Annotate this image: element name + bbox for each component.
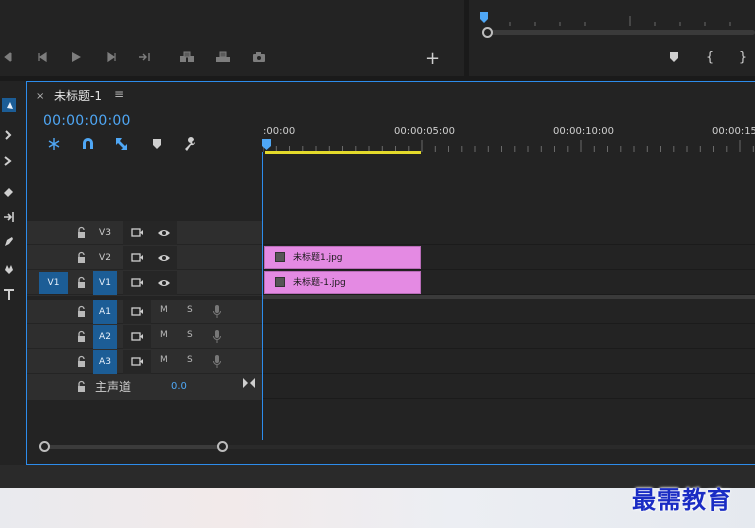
mute-button[interactable]: M bbox=[160, 305, 168, 315]
track-header-a3: A3 M S bbox=[27, 350, 262, 374]
razor-tool-icon[interactable] bbox=[2, 185, 16, 199]
track-name-v2[interactable]: V2 bbox=[93, 246, 117, 270]
go-to-end-icon[interactable] bbox=[243, 378, 255, 388]
clip-label: 未标题-1.jpg bbox=[293, 278, 346, 288]
microphone-icon[interactable] bbox=[213, 355, 221, 368]
overwrite-icon[interactable] bbox=[214, 49, 232, 65]
eye-icon[interactable] bbox=[157, 228, 171, 238]
ruler-label: 00:00:05:00 bbox=[394, 126, 456, 137]
sync-lock-icon[interactable] bbox=[131, 306, 143, 317]
clip-label: 未标题1.jpg bbox=[293, 253, 343, 263]
mute-button[interactable]: M bbox=[160, 355, 168, 365]
slip-tool-icon[interactable] bbox=[2, 209, 16, 223]
tools-panel bbox=[0, 81, 22, 467]
ripple-edit-tool-icon[interactable] bbox=[2, 153, 16, 167]
step-forward-icon[interactable] bbox=[103, 49, 121, 65]
track-name-v1[interactable]: V1 bbox=[93, 271, 117, 295]
insert-icon[interactable] bbox=[178, 49, 196, 65]
solo-button[interactable]: S bbox=[187, 355, 193, 365]
lock-icon[interactable] bbox=[76, 305, 87, 318]
sync-lock-icon[interactable] bbox=[131, 252, 143, 263]
video-audio-divider[interactable] bbox=[263, 295, 755, 299]
timeline-zoom-scrollbar[interactable] bbox=[45, 445, 223, 449]
step-back-icon[interactable] bbox=[33, 49, 51, 65]
lock-icon[interactable] bbox=[76, 276, 87, 289]
sync-lock-icon[interactable] bbox=[131, 356, 143, 367]
mark-out-icon[interactable]: } bbox=[734, 49, 752, 65]
hand-tool-icon[interactable] bbox=[2, 261, 16, 275]
source-ruler[interactable] bbox=[480, 12, 755, 26]
track-lane-master[interactable] bbox=[263, 375, 755, 399]
scroll-handle-left[interactable] bbox=[39, 441, 50, 452]
track-name-a1[interactable]: A1 bbox=[93, 300, 117, 324]
wrench-icon[interactable] bbox=[182, 136, 200, 152]
clip-v2[interactable]: 未标题1.jpg bbox=[264, 246, 421, 269]
close-tab-button[interactable]: × bbox=[36, 91, 44, 102]
track-header-v1: V1 bbox=[27, 271, 262, 295]
panel-menu-icon[interactable]: ≡ bbox=[114, 87, 124, 101]
mute-button[interactable]: M bbox=[160, 330, 168, 340]
scroll-handle-right[interactable] bbox=[217, 441, 228, 452]
track-header-v3: V3 bbox=[27, 221, 262, 245]
selection-tool-icon[interactable] bbox=[2, 98, 16, 112]
sync-lock-icon[interactable] bbox=[131, 277, 143, 288]
source-scroll-handle[interactable] bbox=[482, 27, 493, 38]
add-button[interactable]: + bbox=[425, 48, 440, 69]
playhead[interactable] bbox=[262, 139, 271, 151]
eye-icon[interactable] bbox=[157, 253, 171, 263]
snap-icon[interactable] bbox=[80, 136, 98, 152]
track-lane-a3[interactable] bbox=[263, 350, 755, 374]
track-select-tool-icon[interactable] bbox=[2, 127, 16, 141]
source-playhead[interactable] bbox=[480, 12, 488, 24]
image-clip-icon bbox=[275, 252, 285, 262]
solo-button[interactable]: S bbox=[187, 305, 193, 315]
mark-in-icon[interactable]: { bbox=[701, 49, 719, 65]
track-name-a2[interactable]: A2 bbox=[93, 325, 117, 349]
sync-lock-icon[interactable] bbox=[131, 227, 143, 238]
solo-button[interactable]: S bbox=[187, 330, 193, 340]
track-lane-a1[interactable] bbox=[263, 300, 755, 324]
lock-icon[interactable] bbox=[76, 380, 87, 393]
nest-toggle-icon[interactable] bbox=[46, 136, 64, 152]
work-area-bar[interactable] bbox=[265, 151, 421, 154]
mark-out-icon[interactable] bbox=[0, 49, 18, 65]
track-header-a2: A2 M S bbox=[27, 325, 262, 349]
lock-icon[interactable] bbox=[76, 355, 87, 368]
microphone-icon[interactable] bbox=[213, 330, 221, 343]
ruler-label: :00:00 bbox=[263, 126, 296, 137]
master-volume-value[interactable]: 0.0 bbox=[171, 381, 187, 392]
add-marker-icon[interactable] bbox=[149, 136, 167, 152]
sync-lock-icon[interactable] bbox=[131, 331, 143, 342]
track-header-v2: V2 bbox=[27, 246, 262, 270]
lock-icon[interactable] bbox=[76, 251, 87, 264]
track-lane-v3[interactable] bbox=[263, 221, 755, 245]
type-tool-icon[interactable] bbox=[2, 287, 16, 301]
lock-icon[interactable] bbox=[76, 226, 87, 239]
play-icon[interactable] bbox=[67, 49, 85, 65]
track-header-a1: A1 M S bbox=[27, 300, 262, 324]
clip-v1[interactable]: 未标题-1.jpg bbox=[264, 271, 421, 294]
add-marker-icon[interactable] bbox=[665, 49, 683, 65]
track-name-a3[interactable]: A3 bbox=[93, 350, 117, 374]
timeline-scroll-track[interactable] bbox=[223, 445, 755, 449]
linked-selection-icon[interactable] bbox=[114, 136, 132, 152]
sequence-tab-title[interactable]: 未标题-1 bbox=[54, 87, 102, 104]
image-clip-icon bbox=[275, 277, 285, 287]
ruler-label: 00:00:10:00 bbox=[553, 126, 615, 137]
lock-icon[interactable] bbox=[76, 330, 87, 343]
source-zoom-scroll[interactable] bbox=[486, 30, 755, 35]
microphone-icon[interactable] bbox=[213, 305, 221, 318]
eye-icon[interactable] bbox=[157, 278, 171, 288]
camera-icon[interactable] bbox=[250, 49, 268, 65]
watermark: 最需教育 bbox=[632, 485, 732, 514]
ruler-label: 00:00:15 bbox=[712, 126, 755, 137]
go-to-out-icon[interactable] bbox=[136, 49, 154, 65]
master-track-label: 主声道 bbox=[95, 380, 132, 394]
track-name-v3[interactable]: V3 bbox=[93, 221, 117, 245]
playhead-timecode[interactable]: 00:00:00:00 bbox=[43, 113, 131, 129]
track-lane-a2[interactable] bbox=[263, 325, 755, 349]
pen-tool-icon[interactable] bbox=[2, 234, 16, 248]
